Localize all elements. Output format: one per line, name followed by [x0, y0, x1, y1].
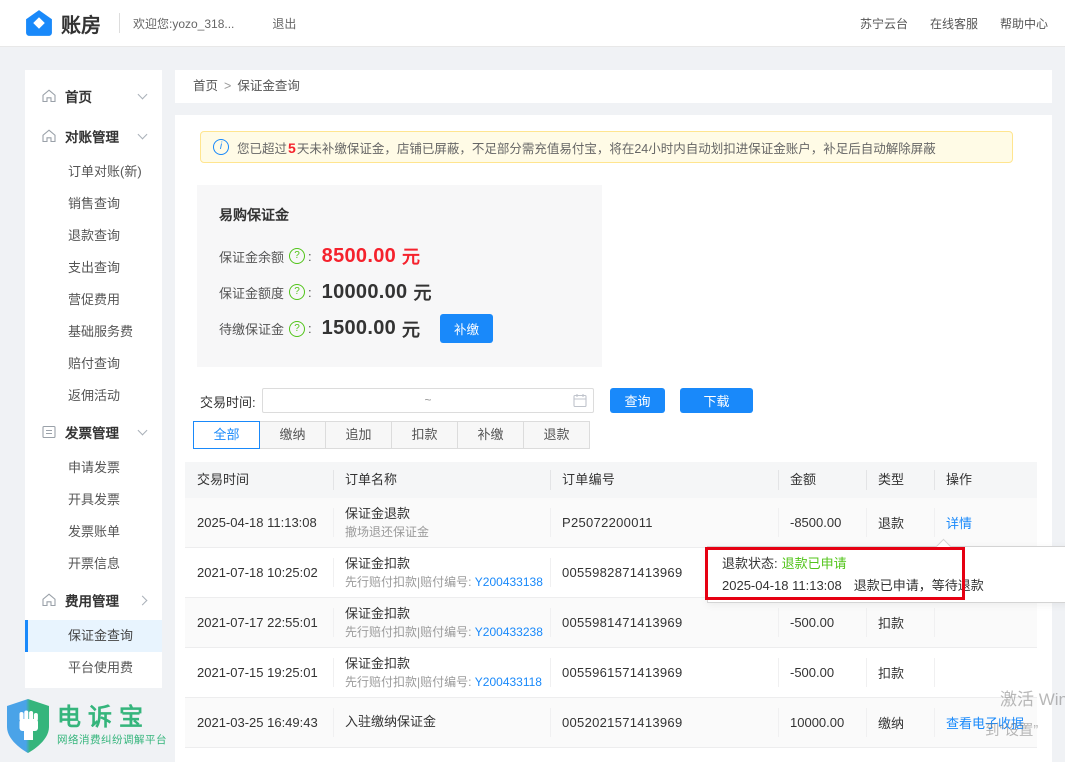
nav-online-service[interactable]: 在线客服: [930, 15, 978, 32]
header-nav: 苏宁云台 在线客服 帮助中心: [860, 15, 1048, 32]
refund-detail-time: 2025-04-18 11:13:08: [722, 578, 842, 593]
tab-makeup[interactable]: 补缴: [457, 421, 524, 449]
info-icon: i: [213, 139, 229, 155]
dianshubao-logo: 电诉宝 网络消费纠纷调解平台: [4, 697, 167, 755]
welcome-text: 欢迎您:yozo_318...: [133, 16, 235, 31]
receipt-link[interactable]: 查看电子收据: [946, 713, 1037, 732]
shield-fist-icon: [7, 699, 49, 753]
download-button[interactable]: 下载: [680, 388, 753, 413]
sidebar-item-refund-query[interactable]: 退款查询: [25, 220, 162, 252]
logout-link[interactable]: 退出: [272, 15, 296, 32]
date-range-input[interactable]: ~: [262, 388, 594, 413]
deposit-quota-row: 保证金额度 ? : 10000.00 元: [219, 280, 432, 304]
page: 账房 欢迎您:yozo_318... 退出 苏宁云台 在线客服 帮助中心 首页 …: [0, 0, 1065, 762]
sidebar-item-platform-fee[interactable]: 平台使用费: [25, 652, 162, 684]
main-content: i 您已超过5天未补缴保证金，店铺已屏蔽，不足部分需充值易付宝，将在24小时内自…: [175, 115, 1052, 762]
sidebar-group-reconciliation[interactable]: 对账管理: [25, 116, 162, 156]
deposit-panel-title: 易购保证金: [219, 207, 289, 223]
query-button[interactable]: 查询: [610, 388, 665, 413]
sidebar-item-expense-query[interactable]: 支出查询: [25, 252, 162, 284]
filter-bar: 交易时间: ~ 查询 下载: [200, 388, 760, 414]
sidebar-item-order-reconciliation[interactable]: 订单对账(新): [25, 156, 162, 188]
warning-banner: i 您已超过5天未补缴保证金，店铺已屏蔽，不足部分需充值易付宝，将在24小时内自…: [200, 131, 1013, 163]
chevron-down-icon: [137, 425, 148, 436]
header-divider: [119, 13, 120, 33]
claim-number-link[interactable]: Y200433138: [475, 575, 543, 589]
breadcrumb-current: 保证金查询: [237, 79, 300, 93]
sidebar-item-compensation-query[interactable]: 赔付查询: [25, 348, 162, 380]
footer-logo-subtitle: 网络消费纠纷调解平台: [57, 734, 167, 746]
app-title: 账房: [61, 14, 101, 37]
sidebar-group-invoice[interactable]: 发票管理: [25, 412, 162, 452]
sidebar-item-rebate-activity[interactable]: 返佣活动: [25, 380, 162, 412]
claim-number-link[interactable]: Y200433118: [475, 675, 542, 689]
tab-pay[interactable]: 缴纳: [259, 421, 326, 449]
chevron-right-icon: [137, 595, 148, 605]
sidebar-group-fee-management[interactable]: 费用管理: [25, 580, 162, 620]
sidebar-item-sales-query[interactable]: 销售查询: [25, 188, 162, 220]
sidebar: 首页 对账管理 订单对账(新) 销售查询 退款查询 支出查询 营促费用 基础服务…: [25, 70, 162, 688]
invoice-icon: [41, 424, 57, 440]
refund-status-tooltip: 退款状态: 退款已申请 2025-04-18 11:13:08 退款已申请，等待退款: [707, 538, 1065, 603]
table-header: 交易时间 订单名称 订单编号 金额 类型 操作: [185, 462, 1037, 498]
pay-deposit-button[interactable]: 补缴: [440, 314, 494, 343]
deposit-quota-value: 10000.00: [321, 280, 408, 303]
table-row: 2021-07-17 22:55:01 保证金扣款 先行赔付扣款|赔付编号: Y…: [185, 598, 1037, 648]
sidebar-item-basic-service-fee[interactable]: 基础服务费: [25, 316, 162, 348]
app-logo-icon: [26, 10, 52, 36]
refund-status-value: 退款已申请: [781, 556, 847, 571]
refund-status-label: 退款状态:: [722, 556, 778, 571]
date-range-label: 交易时间:: [200, 394, 256, 410]
transactions-table: 交易时间 订单名称 订单编号 金额 类型 操作 2025-04-18 11:13…: [185, 462, 1037, 748]
type-tabs: 全部 缴纳 追加 扣款 补缴 退款: [193, 421, 590, 449]
deposit-panel: 易购保证金 保证金余额 ? : 8500.00 元 保证金额度 ? : 1000…: [197, 185, 602, 367]
sidebar-item-issue-invoice[interactable]: 开具发票: [25, 484, 162, 516]
deposit-due-row: 待缴保证金 ? : 1500.00 元 补缴: [219, 314, 494, 343]
sidebar-item-invoice-bill[interactable]: 发票账单: [25, 516, 162, 548]
help-icon[interactable]: ?: [289, 320, 306, 337]
help-icon[interactable]: ?: [289, 284, 306, 300]
table-row: 2021-07-15 19:25:01 保证金扣款 先行赔付扣款|赔付编号: Y…: [185, 648, 1037, 698]
deposit-balance-value: 8500.00: [321, 244, 397, 267]
top-header: 账房 欢迎您:yozo_318... 退出 苏宁云台 在线客服 帮助中心: [0, 0, 1065, 47]
breadcrumb-home[interactable]: 首页: [193, 79, 218, 93]
deposit-balance-row: 保证金余额 ? : 8500.00 元: [219, 244, 421, 268]
tab-all[interactable]: 全部: [193, 421, 260, 449]
refund-detail-text: 退款已申请，等待退款: [853, 578, 984, 593]
tab-deduct[interactable]: 扣款: [391, 421, 458, 449]
sidebar-item-promotion-fee[interactable]: 营促费用: [25, 284, 162, 316]
breadcrumb-separator: >: [224, 79, 232, 93]
sidebar-item-apply-invoice[interactable]: 申请发票: [25, 452, 162, 484]
sidebar-item-invoice-info[interactable]: 开票信息: [25, 548, 162, 580]
home-icon: [41, 592, 57, 608]
help-icon[interactable]: ?: [289, 248, 306, 264]
tab-refund[interactable]: 退款: [523, 421, 590, 449]
warning-text: 您已超过5天未补缴保证金，店铺已屏蔽，不足部分需充值易付宝，将在24小时内自动划…: [237, 139, 936, 156]
footer-logo-name: 电诉宝: [57, 704, 150, 731]
nav-help-center[interactable]: 帮助中心: [1000, 15, 1048, 32]
sidebar-group-home[interactable]: 首页: [25, 76, 162, 116]
claim-number-link[interactable]: Y200433238: [475, 625, 543, 639]
nav-suning-cloud[interactable]: 苏宁云台: [860, 15, 908, 32]
table-row: 2025-04-18 11:13:08 保证金退款 撤场退还保证金 P25072…: [185, 498, 1037, 548]
calendar-icon: [573, 394, 587, 408]
sidebar-item-deposit-query[interactable]: 保证金查询: [25, 620, 162, 652]
chevron-down-icon: [137, 89, 148, 100]
home-icon: [41, 128, 57, 144]
tab-add[interactable]: 追加: [325, 421, 392, 449]
breadcrumb: 首页 > 保证金查询: [175, 70, 1052, 103]
deposit-due-value: 1500.00: [321, 317, 397, 339]
home-icon: [41, 88, 57, 104]
table-row: 2021-03-25 16:49:43 入驻缴纳保证金 005202157141…: [185, 698, 1037, 748]
detail-link[interactable]: 详情: [946, 513, 1037, 532]
chevron-down-icon: [137, 129, 148, 140]
